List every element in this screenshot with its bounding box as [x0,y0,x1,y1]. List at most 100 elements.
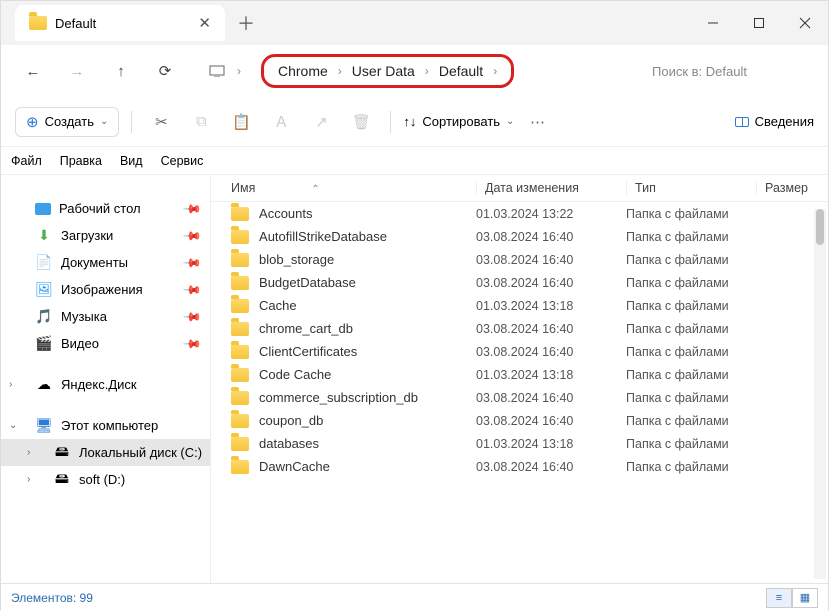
table-row[interactable]: DawnCache03.08.2024 16:40Папка с файлами [211,455,828,478]
folder-icon [231,368,249,382]
sort-button[interactable]: ↑↓ Сортировать ⌄ [403,114,514,129]
breadcrumb: Chrome › User Data › Default › [261,54,514,88]
back-button[interactable]: ← [13,63,53,80]
minimize-button[interactable] [690,1,736,45]
new-tab-button[interactable]: ＋ [231,10,261,36]
chevron-right-icon[interactable]: › [493,64,497,78]
window-tab[interactable]: Default ✕ [15,5,225,41]
view-grid-button[interactable]: ▦ [792,588,818,608]
copy-icon[interactable]: ⧉ [184,105,218,139]
file-date: 01.03.2024 13:18 [476,299,626,313]
breadcrumb-item[interactable]: User Data [352,63,415,79]
chevron-right-icon: › [27,447,30,458]
table-row[interactable]: blob_storage03.08.2024 16:40Папка с файл… [211,248,828,271]
up-button[interactable]: ↑ [101,63,141,80]
col-type[interactable]: Тип [626,181,756,195]
file-name: commerce_subscription_db [259,390,476,405]
folder-icon [231,437,249,451]
file-date: 03.08.2024 16:40 [476,391,626,405]
table-row[interactable]: Code Cache01.03.2024 13:18Папка с файлам… [211,363,828,386]
pin-icon: 📌 [182,306,202,326]
table-row[interactable]: commerce_subscription_db03.08.2024 16:40… [211,386,828,409]
chevron-right-icon[interactable]: › [338,64,342,78]
file-date: 01.03.2024 13:18 [476,368,626,382]
maximize-button[interactable] [736,1,782,45]
sidebar: Рабочий стол📌 ⬇Загрузки📌 📄Документы📌 🖼Из… [1,175,211,583]
rename-icon[interactable]: Ａ [264,105,298,139]
file-date: 03.08.2024 16:40 [476,322,626,336]
table-row[interactable]: coupon_db03.08.2024 16:40Папка с файлами [211,409,828,432]
col-size[interactable]: Размер [756,181,818,195]
col-date[interactable]: Дата изменения [476,181,626,195]
share-icon[interactable]: ↗ [304,105,338,139]
table-row[interactable]: Cache01.03.2024 13:18Папка с файлами [211,294,828,317]
menu-file[interactable]: Файл [11,154,42,168]
folder-icon [231,391,249,405]
more-button[interactable]: ⋯ [520,105,554,139]
menu-edit[interactable]: Правка [60,154,102,168]
file-date: 03.08.2024 16:40 [476,460,626,474]
view-details-button[interactable]: ≡ [766,588,792,608]
chevron-right-icon[interactable]: › [425,64,429,78]
table-row[interactable]: chrome_cart_db03.08.2024 16:40Папка с фа… [211,317,828,340]
table-row[interactable]: Accounts01.03.2024 13:22Папка с файлами [211,202,828,225]
col-name[interactable]: Имя⌃ [231,181,476,195]
folder-icon [231,322,249,336]
sidebar-item-video[interactable]: 🎬Видео📌 [1,330,210,357]
table-row[interactable]: BudgetDatabase03.08.2024 16:40Папка с фа… [211,271,828,294]
download-icon: ⬇ [35,229,53,243]
sidebar-item-images[interactable]: 🖼Изображения📌 [1,276,210,303]
refresh-button[interactable]: ⟳ [145,62,185,80]
search-input[interactable]: Поиск в: Default [646,58,816,85]
scrollbar[interactable] [814,209,826,579]
table-row[interactable]: ClientCertificates03.08.2024 16:40Папка … [211,340,828,363]
sidebar-item-drive-c[interactable]: ›🖴Локальный диск (C:) [1,439,210,466]
file-type: Папка с файлами [626,414,756,428]
chevron-right-icon[interactable]: › [237,64,241,78]
status-count-label: Элементов: [11,591,76,605]
close-tab-icon[interactable]: ✕ [198,14,211,32]
file-type: Папка с файлами [626,276,756,290]
scrollbar-thumb[interactable] [816,209,824,245]
file-pane: Имя⌃ Дата изменения Тип Размер Accounts0… [211,175,828,583]
pc-root-icon[interactable] [197,65,237,77]
file-date: 03.08.2024 16:40 [476,414,626,428]
sidebar-item-desktop[interactable]: Рабочий стол📌 [1,195,210,222]
menu-view[interactable]: Вид [120,154,143,168]
chevron-down-icon: ⌄ [9,420,17,431]
file-date: 03.08.2024 16:40 [476,253,626,267]
sidebar-item-thispc[interactable]: ⌄🖥Этот компьютер [1,412,210,439]
file-type: Папка с файлами [626,230,756,244]
breadcrumb-item[interactable]: Chrome [278,63,328,79]
pin-icon: 📌 [182,333,202,353]
sidebar-item-downloads[interactable]: ⬇Загрузки📌 [1,222,210,249]
sidebar-item-yandex[interactable]: ›☁Яндекс.Диск [1,371,210,398]
menu-tools[interactable]: Сервис [161,154,204,168]
table-row[interactable]: AutofillStrikeDatabase03.08.2024 16:40Па… [211,225,828,248]
sidebar-item-documents[interactable]: 📄Документы📌 [1,249,210,276]
file-type: Папка с файлами [626,391,756,405]
pin-icon: 📌 [182,198,202,218]
folder-icon [231,253,249,267]
folder-icon [231,345,249,359]
column-headers: Имя⌃ Дата изменения Тип Размер [211,175,828,202]
titlebar: Default ✕ ＋ [1,1,828,45]
close-button[interactable] [782,1,828,45]
create-button[interactable]: ⊕ Создать ⌄ [15,107,119,137]
desktop-icon [35,203,51,215]
details-button[interactable]: Сведения [735,114,814,129]
delete-icon[interactable]: 🗑 [344,105,378,139]
paste-icon[interactable]: 📋 [224,105,258,139]
forward-button[interactable]: → [57,63,97,80]
table-row[interactable]: databases01.03.2024 13:18Папка с файлами [211,432,828,455]
cut-icon[interactable]: ✂ [144,105,178,139]
breadcrumb-item[interactable]: Default [439,63,483,79]
file-name: Accounts [259,206,476,221]
separator [390,111,391,133]
pin-icon: 📌 [182,279,202,299]
sidebar-item-drive-d[interactable]: ›🖴soft (D:) [1,466,210,493]
nav-row: ← → ↑ ⟳ › Chrome › User Data › Default ›… [1,45,828,97]
folder-icon [231,230,249,244]
sidebar-item-music[interactable]: 🎵Музыка📌 [1,303,210,330]
sort-icon: ↑↓ [403,114,416,129]
